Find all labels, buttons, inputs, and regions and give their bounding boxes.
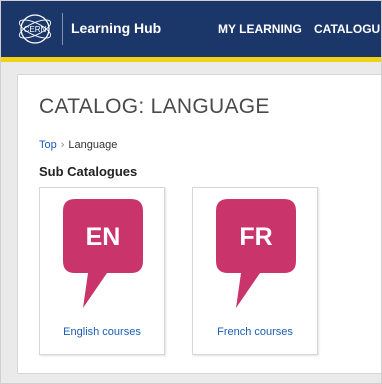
top-navigation-bar: CERN Learning Hub MY LEARNING CATALOGUES bbox=[1, 1, 381, 57]
header-divider bbox=[62, 13, 63, 45]
breadcrumb: Top › Language bbox=[39, 139, 117, 151]
app-window: CERN Learning Hub MY LEARNING CATALOGUES… bbox=[0, 0, 382, 384]
catalog-card-french[interactable]: FR French courses bbox=[192, 187, 318, 355]
breadcrumb-top-link[interactable]: Top bbox=[39, 139, 57, 151]
page-title: CATALOG: LANGUAGE bbox=[39, 95, 270, 118]
logo-text: CERN bbox=[24, 25, 47, 34]
section-heading: Sub Catalogues bbox=[39, 164, 138, 179]
breadcrumb-separator: › bbox=[60, 139, 65, 151]
nav-my-learning[interactable]: MY LEARNING bbox=[218, 22, 302, 36]
cern-logo-icon[interactable]: CERN bbox=[15, 11, 55, 47]
nav-catalogues[interactable]: CATALOGUES bbox=[314, 22, 381, 36]
catalog-card-english[interactable]: EN English courses bbox=[39, 187, 165, 355]
speech-bubble-icon: FR bbox=[216, 199, 296, 308]
speech-bubble-icon: EN bbox=[63, 199, 143, 308]
breadcrumb-current: Language bbox=[68, 139, 118, 151]
language-badge-text: FR bbox=[239, 223, 272, 251]
language-badge-text: EN bbox=[86, 223, 121, 251]
catalog-card-label[interactable]: English courses bbox=[40, 326, 164, 338]
brand-name[interactable]: Learning Hub bbox=[71, 20, 161, 36]
catalog-card-label[interactable]: French courses bbox=[193, 326, 317, 338]
